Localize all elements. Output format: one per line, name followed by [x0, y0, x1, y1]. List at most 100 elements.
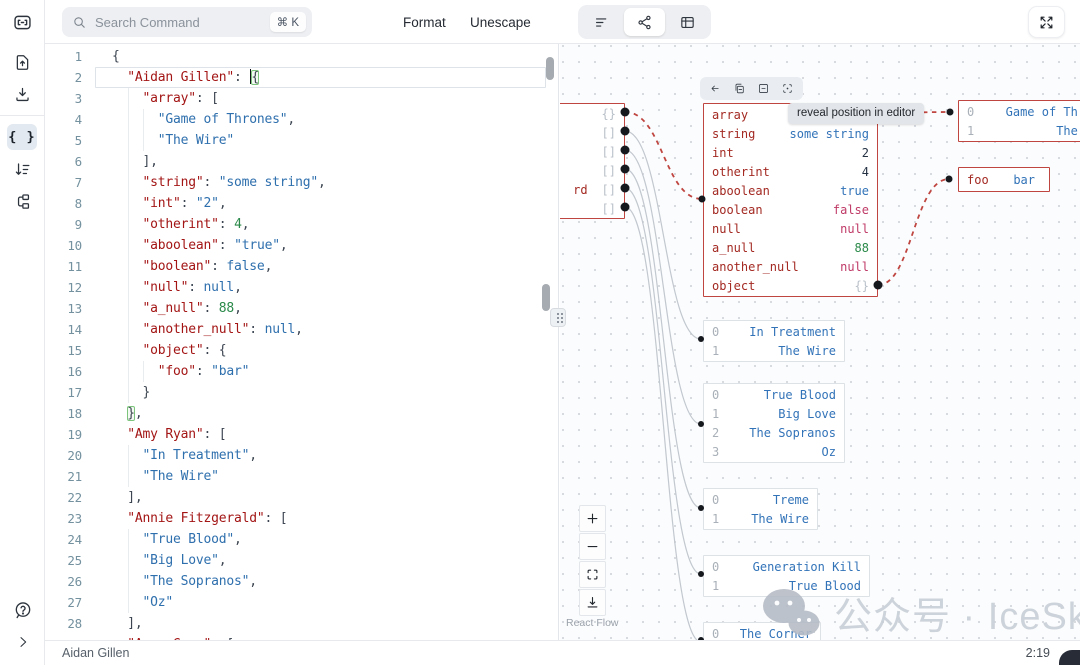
node-row[interactable]: booleanfalse — [704, 200, 877, 219]
main-node[interactable]: arraystringsome stringint2otherint4abool… — [703, 103, 878, 297]
code-line[interactable]: 14 "another_null": null, — [45, 319, 558, 340]
code-line[interactable]: 25 "Big Love", — [45, 550, 558, 571]
node-row[interactable]: [] — [560, 123, 624, 142]
braces-view-icon[interactable]: { } — [7, 124, 37, 150]
node-row[interactable]: {} — [560, 104, 624, 123]
node-row[interactable]: [] — [560, 199, 624, 218]
node-row[interactable]: 0Game of Thrones — [959, 102, 1080, 121]
sort-icon[interactable] — [7, 156, 37, 182]
unescape-button[interactable]: Unescape — [470, 0, 531, 44]
code-line[interactable]: 28 ], — [45, 613, 558, 634]
node-row[interactable]: otherint4 — [704, 162, 877, 181]
node-row[interactable]: another_nullnull — [704, 257, 877, 276]
code-line[interactable]: 3 "array": [ — [45, 88, 558, 109]
code-token — [112, 133, 158, 148]
editor-scrollbar-thumb[interactable] — [546, 57, 554, 80]
node-row[interactable]: 1The Wire — [704, 509, 817, 528]
download-icon[interactable] — [7, 81, 37, 107]
help-icon[interactable] — [8, 597, 38, 623]
node-row[interactable]: 0Treme — [704, 490, 817, 509]
graph-panel[interactable]: {}[][][]rd[][] arraystringsome stringint… — [560, 44, 1080, 640]
zoom-out-button[interactable] — [579, 533, 606, 560]
react-flow-attribution[interactable]: React Flow — [566, 617, 619, 629]
focus-icon[interactable] — [781, 82, 794, 95]
node-row[interactable]: abooleantrue — [704, 181, 877, 200]
format-button[interactable]: Format — [403, 0, 446, 44]
code-line[interactable]: 1{ — [45, 46, 558, 67]
download-image-button[interactable] — [579, 589, 606, 616]
panel-resize-handle[interactable] — [550, 308, 566, 327]
code-line[interactable]: 9 "otherint": 4, — [45, 214, 558, 235]
node-row[interactable]: [] — [560, 161, 624, 180]
code-line[interactable]: 17 } — [45, 382, 558, 403]
array-child-node[interactable]: 0Game of Thrones1The Wire — [958, 100, 1080, 142]
list-node[interactable]: 0In Treatment1The Wire — [703, 320, 845, 362]
node-row[interactable]: object{} — [704, 276, 877, 295]
code-token: "Amy Ryan" — [127, 427, 203, 442]
text-view-button[interactable] — [581, 8, 622, 36]
code-line[interactable]: 20 "In Treatment", — [45, 445, 558, 466]
code-line[interactable]: 8 "int": "2", — [45, 193, 558, 214]
code-line[interactable]: 13 "a_null": 88, — [45, 298, 558, 319]
node-row[interactable]: 0Generation Kill — [704, 557, 869, 576]
fit-view-button[interactable] — [579, 561, 606, 588]
search-command-input[interactable]: Search Command ⌘ K — [62, 7, 312, 37]
code-line[interactable]: 21 "The Wire" — [45, 466, 558, 487]
object-child-node[interactable]: foobar — [958, 167, 1050, 192]
editor-scroll-marker[interactable] — [542, 284, 550, 311]
code-line[interactable]: 19 "Amy Ryan": [ — [45, 424, 558, 445]
import-file-icon[interactable] — [7, 49, 37, 75]
code-line[interactable]: 24 "True Blood", — [45, 529, 558, 550]
node-key: string — [712, 127, 755, 141]
code-line[interactable]: 23 "Annie Fitzgerald": [ — [45, 508, 558, 529]
code-line[interactable]: 12 "null": null, — [45, 277, 558, 298]
node-row[interactable]: foobar — [959, 170, 1049, 189]
node-row[interactable]: stringsome string — [704, 124, 877, 143]
code-line[interactable]: 6 ], — [45, 151, 558, 172]
root-node[interactable]: {}[][][]rd[][] — [560, 103, 625, 219]
node-row[interactable]: int2 — [704, 143, 877, 162]
fit-view-icon — [585, 567, 600, 582]
code-line[interactable]: 7 "string": "some string", — [45, 172, 558, 193]
json-code-editor[interactable]: 1{2 "Aidan Gillen": {3 "array": [4 "Game… — [45, 44, 558, 640]
code-line[interactable]: 16 "foo": "bar" — [45, 361, 558, 382]
node-row[interactable]: 0In Treatment — [704, 322, 844, 341]
code-token: : — [219, 238, 234, 253]
node-row[interactable]: a_null88 — [704, 238, 877, 257]
node-row[interactable]: 1The Wire — [704, 341, 844, 360]
zoom-in-button[interactable] — [579, 505, 606, 532]
code-line[interactable]: 15 "object": { — [45, 340, 558, 361]
code-line[interactable]: 22 ], — [45, 487, 558, 508]
collapse-node-icon[interactable] — [757, 82, 770, 95]
code-line[interactable]: 18 }, — [45, 403, 558, 424]
collapse-sidebar-chevron-icon[interactable] — [8, 629, 38, 655]
node-row[interactable]: nullnull — [704, 219, 877, 238]
node-row[interactable]: 2The Sopranos — [704, 423, 844, 442]
graph-view-button[interactable] — [624, 8, 665, 36]
code-token: , — [249, 448, 257, 463]
node-row[interactable]: 0True Blood — [704, 385, 844, 404]
copy-icon[interactable] — [733, 82, 746, 95]
json-path-breadcrumb[interactable]: Aidan Gillen — [62, 646, 129, 660]
code-line[interactable]: 5 "The Wire" — [45, 130, 558, 151]
list-node[interactable]: 0Treme1The Wire — [703, 488, 818, 530]
fullscreen-button[interactable] — [1028, 6, 1065, 38]
code-line[interactable]: 27 "Oz" — [45, 592, 558, 613]
node-row[interactable]: rd[] — [560, 180, 624, 199]
app-logo-icon[interactable] — [7, 9, 37, 35]
code-line[interactable]: 26 "The Sopranos", — [45, 571, 558, 592]
code-line[interactable]: 2 "Aidan Gillen": { — [45, 67, 558, 88]
code-line[interactable]: 10 "aboolean": "true", — [45, 235, 558, 256]
line-number: 10 — [45, 235, 95, 256]
node-row[interactable]: 1The Wire — [959, 121, 1080, 140]
code-line[interactable]: 11 "boolean": false, — [45, 256, 558, 277]
table-view-button[interactable] — [667, 8, 708, 36]
code-token: : — [188, 280, 203, 295]
list-node[interactable]: 0True Blood1Big Love2The Sopranos3Oz — [703, 383, 845, 463]
node-row[interactable]: 3Oz — [704, 442, 844, 461]
node-row[interactable]: 1Big Love — [704, 404, 844, 423]
graph-nodes-icon[interactable] — [7, 188, 37, 214]
code-line[interactable]: 4 "Game of Thrones", — [45, 109, 558, 130]
back-arrow-icon[interactable] — [709, 82, 722, 95]
node-row[interactable]: [] — [560, 142, 624, 161]
